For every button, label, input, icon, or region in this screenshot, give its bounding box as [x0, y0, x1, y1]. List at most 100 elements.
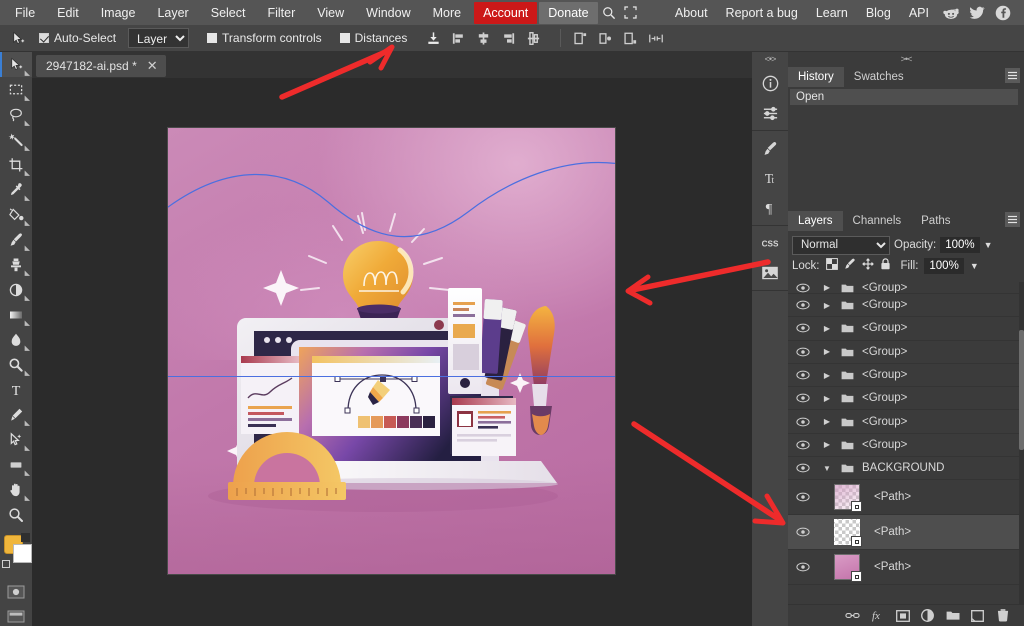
- menu-item-blog[interactable]: Blog: [857, 2, 900, 24]
- menu-item-edit[interactable]: Edit: [46, 2, 90, 24]
- chevron-right-icon[interactable]: ▶: [818, 347, 836, 356]
- tool-flyout-arrow[interactable]: ◣: [25, 320, 30, 327]
- opacity-chevron-down-icon[interactable]: ▼: [984, 240, 993, 250]
- twitter-icon[interactable]: [964, 3, 990, 23]
- reddit-icon[interactable]: [938, 3, 964, 23]
- layer-visibility-icon[interactable]: [788, 283, 818, 293]
- align-horizontal-center-icon[interactable]: [473, 28, 494, 49]
- layer-thumbnail[interactable]: [834, 519, 862, 548]
- tool-flyout-arrow[interactable]: ◣: [25, 120, 30, 127]
- lock-pixels-icon[interactable]: [844, 257, 856, 275]
- align-horizontal-left-icon[interactable]: [448, 28, 469, 49]
- table-row[interactable]: ▼ BACKGROUND: [788, 457, 1024, 481]
- horizontal-guide[interactable]: [168, 376, 615, 377]
- layer-visibility-icon[interactable]: [788, 417, 818, 427]
- menu-item-report-a-bug[interactable]: Report a bug: [717, 2, 807, 24]
- lock-transparency-icon[interactable]: [825, 257, 838, 275]
- auto-select-checkbox-box[interactable]: [39, 33, 49, 43]
- magic-wand-tool[interactable]: ◣: [0, 127, 32, 152]
- chevron-right-icon[interactable]: ▶: [818, 324, 836, 333]
- brush-tool[interactable]: ◣: [0, 227, 32, 252]
- gradient-tool[interactable]: ◣: [0, 302, 32, 327]
- shape-tool[interactable]: ◣: [0, 452, 32, 477]
- table-row[interactable]: ▶ <Group>: [788, 282, 1024, 294]
- tool-flyout-arrow[interactable]: ◣: [25, 70, 30, 77]
- paint-bucket-tool[interactable]: ◣: [0, 202, 32, 227]
- hand-tool[interactable]: ◣: [0, 477, 32, 502]
- paragraph-icon[interactable]: ¶: [752, 193, 788, 223]
- table-row[interactable]: <Path>: [788, 480, 1024, 516]
- table-row[interactable]: ▶ <Group>: [788, 410, 1024, 434]
- crop-tool[interactable]: ◣: [0, 152, 32, 177]
- distances-checkbox[interactable]: Distances: [339, 31, 407, 45]
- swap-colors-icon[interactable]: [21, 533, 30, 542]
- layer-visibility-icon[interactable]: [788, 393, 818, 403]
- tool-flyout-arrow[interactable]: ◣: [25, 195, 30, 202]
- tool-flyout-arrow[interactable]: ◣: [25, 145, 30, 152]
- adjustment-layer-icon[interactable]: [920, 608, 935, 623]
- menu-item-layer[interactable]: Layer: [146, 2, 199, 24]
- chevron-right-icon[interactable]: ▶: [818, 301, 836, 310]
- tool-flyout-arrow[interactable]: ◣: [25, 270, 30, 277]
- menu-item-window[interactable]: Window: [355, 2, 421, 24]
- account-button[interactable]: Account: [474, 1, 538, 24]
- chevron-right-icon[interactable]: ▶: [818, 283, 836, 292]
- tool-flyout-arrow[interactable]: ◣: [25, 295, 30, 302]
- dock-expand-handle[interactable]: <•>: [752, 52, 788, 66]
- layer-visibility-icon[interactable]: [788, 527, 818, 537]
- tab-channels[interactable]: Channels: [843, 211, 912, 231]
- new-group-icon[interactable]: [945, 608, 960, 623]
- menu-item-view[interactable]: View: [306, 2, 355, 24]
- marquee-select-tool[interactable]: ◣: [0, 77, 32, 102]
- menu-item-more[interactable]: More: [422, 2, 472, 24]
- tab-layers[interactable]: Layers: [788, 210, 843, 231]
- eraser-tool[interactable]: ◣: [0, 277, 32, 302]
- align-vertical-top-icon[interactable]: [423, 28, 444, 49]
- tool-flyout-arrow[interactable]: ◣: [25, 370, 30, 377]
- tool-flyout-arrow[interactable]: ◣: [25, 495, 30, 502]
- transform-controls-checkbox-box[interactable]: [207, 33, 218, 43]
- lasso-tool[interactable]: ◣: [0, 102, 32, 127]
- panel-collapse-handle[interactable]: >•<: [788, 52, 1024, 66]
- layer-visibility-icon[interactable]: [788, 463, 818, 473]
- fill-value[interactable]: 100%: [924, 258, 964, 274]
- history-list[interactable]: Open: [788, 89, 1024, 105]
- distances-checkbox-box[interactable]: [339, 33, 350, 43]
- table-row[interactable]: ▶ <Group>: [788, 387, 1024, 411]
- tool-flyout-arrow[interactable]: ◣: [25, 345, 30, 352]
- layer-visibility-icon[interactable]: [788, 440, 818, 450]
- table-row[interactable]: ▶ <Group>: [788, 341, 1024, 364]
- tab-paths[interactable]: Paths: [911, 211, 960, 231]
- history-item-open[interactable]: Open: [790, 89, 1018, 105]
- tool-flyout-arrow[interactable]: ◣: [25, 445, 30, 452]
- chevron-down-icon[interactable]: ▼: [818, 464, 836, 473]
- document-tab[interactable]: 2947182-ai.psd * ✕: [36, 55, 166, 77]
- fill-chevron-down-icon[interactable]: ▼: [970, 261, 979, 271]
- reset-colors-icon[interactable]: [2, 560, 10, 568]
- facebook-icon[interactable]: [990, 3, 1016, 23]
- layer-thumbnail[interactable]: [834, 554, 862, 583]
- brush-settings-icon[interactable]: [752, 133, 788, 163]
- chevron-right-icon[interactable]: ▶: [818, 394, 836, 403]
- table-row[interactable]: ▶ <Group>: [788, 294, 1024, 318]
- menu-item-api[interactable]: API: [900, 2, 938, 24]
- new-layer-icon[interactable]: [970, 608, 985, 623]
- tool-flyout-arrow[interactable]: ◣: [25, 170, 30, 177]
- table-row[interactable]: ▶ <Group>: [788, 317, 1024, 341]
- path-select-tool[interactable]: ◣: [0, 427, 32, 452]
- lock-all-icon[interactable]: [880, 257, 891, 275]
- menu-item-learn[interactable]: Learn: [807, 2, 857, 24]
- tool-flyout-arrow[interactable]: ◣: [25, 95, 30, 102]
- table-row[interactable]: <Path>: [788, 550, 1024, 586]
- quick-mask-icon[interactable]: [0, 579, 32, 604]
- fullscreen-icon[interactable]: [620, 3, 642, 23]
- layer-thumbnail[interactable]: [834, 484, 862, 513]
- clone-stamp-tool[interactable]: ◣: [0, 252, 32, 277]
- blur-tool[interactable]: ◣: [0, 327, 32, 352]
- chevron-right-icon[interactable]: ▶: [818, 417, 836, 426]
- adjustments-icon[interactable]: [752, 98, 788, 128]
- menu-item-file[interactable]: File: [4, 2, 46, 24]
- distribute-right-icon[interactable]: [620, 28, 641, 49]
- auto-select-checkbox[interactable]: Auto-Select: [39, 31, 116, 45]
- chevron-right-icon[interactable]: ▶: [818, 371, 836, 380]
